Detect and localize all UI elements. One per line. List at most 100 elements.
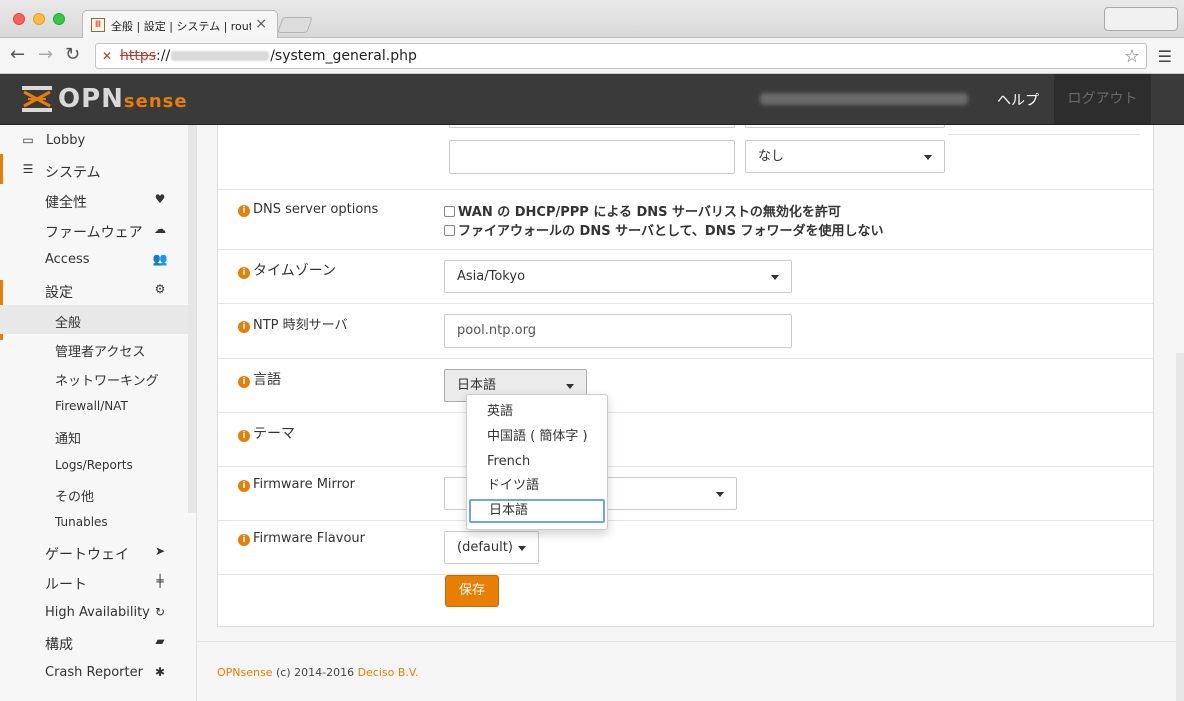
dns-options-label-text: DNS server options (253, 202, 379, 217)
sidebar-item-label: ファームウェア (45, 225, 143, 241)
info-icon[interactable]: i (238, 376, 250, 388)
content-scrollbar[interactable] (1176, 353, 1184, 701)
tab-title: 全般 | 設定 | システム | router (111, 20, 251, 33)
window-minimize-button[interactable] (33, 13, 45, 25)
dns-allow-override-option[interactable]: WAN の DHCP/PPP による DNS サーバリストの無効化を許可 (444, 201, 841, 220)
ntp-label: i NTP 時刻サーバ (238, 314, 348, 333)
sidebar-item-label: 管理者アクセス (55, 345, 146, 360)
tab-close-icon[interactable]: × (255, 16, 267, 32)
firmware-flavour-label-text: Firmware Flavour (253, 531, 365, 546)
info-icon[interactable]: i (238, 267, 250, 279)
sidebar-item-access[interactable]: Access 👥 (0, 245, 188, 274)
sidebar-item-gateways[interactable]: ゲートウェイ ➤ (0, 537, 188, 566)
footer-brand-link[interactable]: OPNsense (217, 666, 273, 679)
sidebar-item-firmware[interactable]: ファームウェア ☁ (0, 215, 188, 244)
sidebar-item-label: ネットワーキング (55, 374, 159, 389)
window-close-button[interactable] (13, 13, 25, 25)
timezone-select[interactable]: Asia/Tokyo (444, 260, 792, 293)
sidebar-scrollbar[interactable] (188, 125, 196, 513)
info-icon[interactable]: i (238, 430, 250, 442)
language-option-french[interactable]: French (467, 450, 607, 474)
dns-options-row: i DNS server options WAN の DHCP/PPP による D… (218, 189, 1153, 249)
firmware-flavour-label: i Firmware Flavour (238, 531, 365, 546)
language-row: i 言語 日本語 (218, 358, 1153, 412)
dns-no-forwarder-option[interactable]: ファイアウォールの DNS サーバとして、DNS フォワーダを使用しない (444, 220, 883, 239)
ntp-row: i NTP 時刻サーバ pool.ntp.org (218, 303, 1153, 358)
sidebar-item-tunables[interactable]: Tunables (0, 508, 188, 537)
sidebar-item-routes[interactable]: ルート ╪ (0, 567, 188, 596)
sidebar-item-system[interactable]: ☰ システム (0, 155, 188, 184)
ntp-server-input[interactable]: pool.ntp.org (444, 314, 792, 348)
language-option-chinese-simplified[interactable]: 中国語 ( 簡体字 ) (467, 425, 607, 449)
server-icon: ☰ (22, 162, 34, 176)
ntp-server-value: pool.ntp.org (457, 323, 536, 338)
back-arrow-icon[interactable]: ← (10, 46, 25, 64)
new-tab-button[interactable] (277, 17, 313, 33)
forward-arrow-icon[interactable]: → (38, 46, 53, 64)
sidebar-item-settings[interactable]: 設定 ⚙ (0, 275, 188, 304)
url-input[interactable]: ✕ https:// /system_general.php ☆ (95, 43, 1147, 69)
sidebar-item-admin-access[interactable]: 管理者アクセス (0, 334, 188, 363)
window-zoom-button[interactable] (53, 13, 65, 25)
info-icon[interactable]: i (238, 205, 250, 217)
info-icon[interactable]: i (238, 534, 250, 546)
logout-link[interactable]: ログアウト (1054, 74, 1151, 124)
reload-icon[interactable]: ↻ (65, 46, 80, 64)
sidebar-item-label: ルート (45, 577, 87, 593)
logo-mark-icon (22, 86, 52, 112)
book-icon: ▰ (155, 634, 165, 648)
dns-gateway-select-2[interactable]: なし (745, 140, 945, 173)
language-option-german[interactable]: ドイツ語 (467, 474, 607, 498)
sidebar-item-label: その他 (55, 490, 95, 505)
theme-label-text: テーマ (253, 426, 295, 442)
dns-server-input-1[interactable] (449, 125, 735, 128)
sidebar-item-label: ゲートウェイ (45, 547, 129, 563)
bookmark-star-icon[interactable]: ☆ (1124, 46, 1140, 67)
sidebar-item-label: 設定 (45, 285, 73, 301)
general-settings-panel: なし i DNS server options WAN の DHCP/PPP によ… (217, 125, 1154, 627)
sidebar-item-notifications[interactable]: 通知 (0, 421, 188, 450)
language-dropdown-menu: 英語 中国語 ( 簡体字 ) French ドイツ語 日本語 (466, 394, 608, 530)
url-path: /system_general.php (270, 48, 417, 64)
browser-menu-icon[interactable]: ☰ (1158, 47, 1172, 66)
sidebar-item-health[interactable]: 健全性 ♥ (0, 185, 188, 214)
location-arrow-icon: ➤ (154, 544, 166, 558)
checkbox[interactable] (444, 225, 455, 236)
logo-wordmark: OPNsense (58, 84, 188, 114)
browser-tab-bar: Ⅲ 全般 | 設定 | システム | router × (0, 0, 1184, 39)
sidebar-item-general[interactable]: 全般 (0, 305, 188, 334)
app-header: OPNsense ヘルプ ログアウト (0, 74, 1184, 125)
browser-tab[interactable]: Ⅲ 全般 | 設定 | システム | router × (82, 10, 278, 39)
checkbox[interactable] (444, 206, 455, 217)
chevron-down-icon (716, 491, 724, 497)
sidebar-item-logs-reports[interactable]: Logs/Reports (0, 451, 188, 480)
sidebar-item-crash-reporter[interactable]: Crash Reporter ✱ (0, 658, 188, 687)
sidebar-item-label: 構成 (45, 637, 73, 653)
sidebar-item-label: Lobby (46, 133, 86, 148)
language-option-japanese[interactable]: 日本語 (469, 499, 605, 523)
dns-server-input-2[interactable] (449, 140, 735, 174)
info-icon[interactable]: i (238, 321, 250, 333)
cloud-download-icon: ☁ (154, 222, 166, 236)
sidebar-item-misc[interactable]: その他 (0, 479, 188, 508)
map-signs-icon: ╪ (156, 574, 164, 588)
sidebar-item-label: Logs/Reports (55, 458, 133, 472)
sidebar-item-configuration[interactable]: 構成 ▰ (0, 627, 188, 656)
sidebar-item-lobby[interactable]: ▭ Lobby (0, 126, 188, 155)
save-button[interactable]: 保存 (445, 575, 499, 607)
dns-opt2-label: ファイアウォールの DNS サーバとして、DNS フォワーダを使用しない (458, 224, 884, 239)
dns-gateway-select-1[interactable] (745, 125, 945, 128)
divider (948, 134, 1140, 135)
theme-label: i テーマ (238, 423, 295, 443)
ntp-label-text: NTP 時刻サーバ (253, 318, 348, 333)
info-icon[interactable]: i (238, 480, 250, 492)
footer-company-link[interactable]: Deciso B.V. (358, 666, 419, 679)
sidebar-item-networking[interactable]: ネットワーキング (0, 363, 188, 392)
profile-button[interactable] (1104, 7, 1178, 31)
language-option-english[interactable]: 英語 (467, 400, 607, 424)
sidebar-item-high-availability[interactable]: High Availability ↻ (0, 598, 188, 627)
sidebar-item-firewall-nat[interactable]: Firewall/NAT (0, 392, 188, 421)
language-label-text: 言語 (253, 372, 281, 388)
firmware-flavour-select[interactable]: (default) (444, 531, 539, 564)
help-link[interactable]: ヘルプ (997, 90, 1039, 110)
